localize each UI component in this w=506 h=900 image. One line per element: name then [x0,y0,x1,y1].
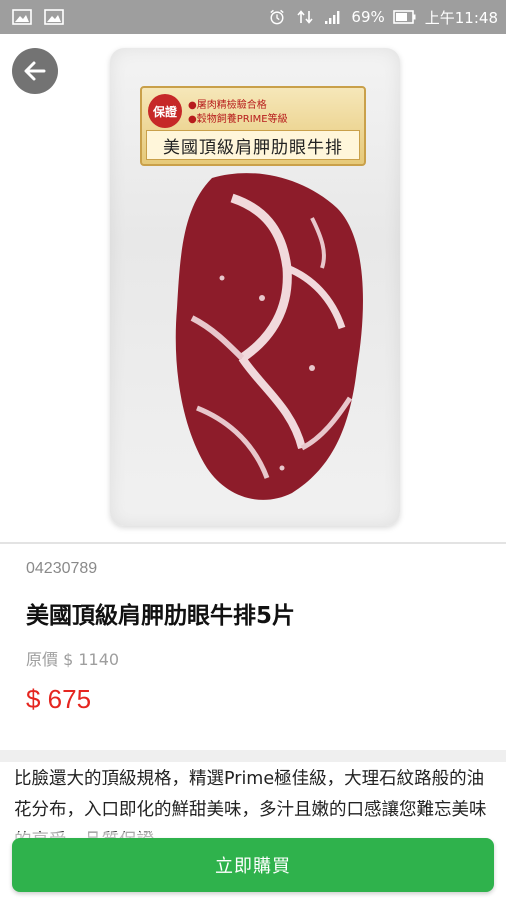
product-image-area: 保證 ●屠肉精檢驗合格 ●穀物飼養PRIME等級 美國頂級肩胛肋眼牛排 [0,34,506,542]
clock: 上午11:48 [424,8,498,27]
steak-illustration [175,173,363,500]
product-image: 保證 ●屠肉精檢驗合格 ●穀物飼養PRIME等級 美國頂級肩胛肋眼牛排 [110,48,400,526]
alarm-icon [270,9,285,25]
signal-icon [325,11,340,24]
battery-percent: 69% [351,8,385,26]
label-line-2: ●穀物飼養PRIME等級 [188,114,288,125]
buy-now-button[interactable]: 立即購買 [12,838,494,892]
status-left [12,9,64,25]
product-name: 美國頂級肩胛肋眼牛排5片 [26,603,296,629]
gallery-notification-icon-2 [44,9,64,25]
sale-price: $ 675 [26,684,92,714]
label-line-1: ●屠肉精檢驗合格 [188,100,267,111]
status-right: 69% 上午11:48 [267,7,498,28]
product-code: 04230789 [26,560,98,577]
gallery-notification-icon [12,9,32,25]
section-separator [0,750,506,762]
label-title: 美國頂級肩胛肋眼牛排 [146,130,360,160]
status-bar: 69% 上午11:48 [0,0,506,34]
product-info: 04230789 美國頂級肩胛肋眼牛排5片 原價 $ 1140 $ 675 [0,544,506,750]
original-price: 原價 $ 1140 [26,650,120,669]
guarantee-badge: 保證 [148,94,182,128]
arrow-left-icon [24,61,46,81]
data-transfer-icon [297,10,314,24]
package-label: 保證 ●屠肉精檢驗合格 ●穀物飼養PRIME等級 美國頂級肩胛肋眼牛排 [140,86,366,166]
battery-icon [392,10,416,24]
back-button[interactable] [12,48,58,94]
